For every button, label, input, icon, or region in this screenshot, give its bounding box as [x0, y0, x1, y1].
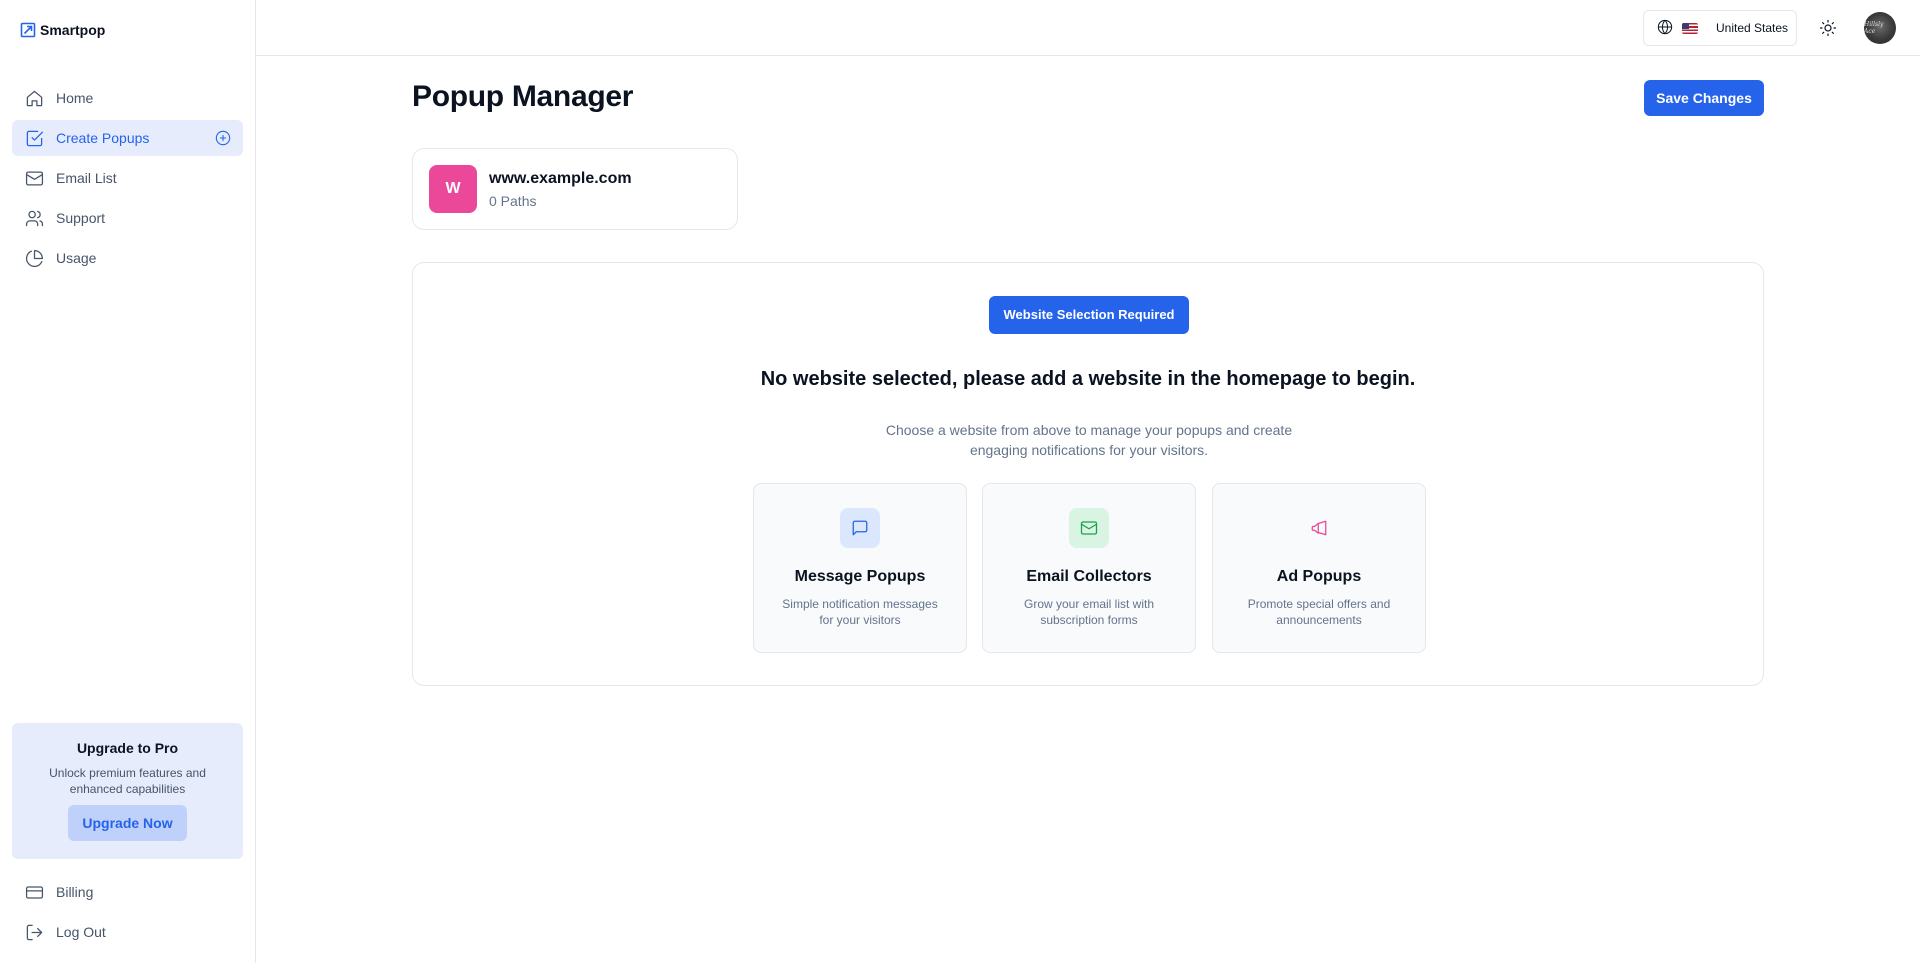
mail-icon [24, 168, 44, 188]
sidebar-item-label: Home [56, 90, 94, 106]
logo-icon [20, 22, 36, 38]
sidebar-item-log-out[interactable]: Log Out [12, 914, 243, 950]
upgrade-card: Upgrade to Pro Unlock premium features a… [12, 723, 243, 859]
theme-toggle-sun-icon[interactable] [1819, 19, 1837, 37]
country-name: United States [1716, 21, 1789, 35]
feature-card-ad-popups: Ad Popups Promote special offers and ann… [1212, 483, 1426, 653]
website-selection-required-button[interactable]: Website Selection Required [989, 296, 1189, 334]
mail-icon [1069, 508, 1109, 548]
empty-state-description: Choose a website from above to manage yo… [885, 422, 1293, 458]
feature-title: Ad Popups [1276, 568, 1362, 585]
sidebar-bottom-nav: Billing Log Out [12, 874, 243, 954]
page-title: Popup Manager [412, 80, 634, 113]
home-icon [24, 88, 44, 108]
feature-title: Email Collectors [1026, 568, 1152, 585]
sidebar-nav: Home Create Popups Email List Support Us… [12, 80, 243, 280]
feature-title: Message Popups [794, 568, 926, 585]
website-url: www.example.com [489, 170, 632, 187]
megaphone-icon [1299, 508, 1339, 548]
sidebar-item-label: Create Popups [56, 130, 150, 146]
us-flag-icon [1682, 22, 1698, 34]
credit-card-icon [24, 882, 44, 902]
sidebar-item-billing[interactable]: Billing [12, 874, 243, 910]
upgrade-text: Unlock premium features and enhanced cap… [49, 766, 206, 796]
sidebar-item-usage[interactable]: Usage [12, 240, 243, 276]
feature-text: Grow your email list with subscription f… [1023, 597, 1155, 627]
sidebar-item-support[interactable]: Support [12, 200, 243, 236]
sidebar-item-label: Billing [56, 884, 94, 900]
upgrade-title: Upgrade to Pro [76, 740, 179, 756]
website-initial-badge: W [429, 165, 477, 213]
website-paths-count: 0 Paths [489, 193, 537, 209]
empty-state-heading: No website selected, please add a websit… [760, 368, 1416, 390]
avatar-text: Hillsly Ace [1864, 21, 1884, 35]
check-square-icon [24, 128, 44, 148]
add-popup-icon[interactable] [215, 130, 231, 146]
log-out-icon [24, 922, 44, 942]
message-icon [840, 508, 880, 548]
sidebar: Smartpop Home Create Popups Email List S… [0, 0, 256, 963]
sidebar-item-label: Usage [56, 250, 97, 266]
website-card[interactable]: W www.example.com 0 Paths [412, 148, 738, 230]
sidebar-item-email-list[interactable]: Email List [12, 160, 243, 196]
country-selector[interactable]: United States [1643, 10, 1797, 46]
empty-state-panel: Website Selection Required No website se… [412, 262, 1764, 686]
avatar[interactable]: Hillsly Ace [1864, 12, 1896, 44]
save-changes-button[interactable]: Save Changes [1644, 80, 1764, 116]
upgrade-now-button[interactable]: Upgrade Now [68, 805, 187, 841]
brand-logo[interactable]: Smartpop [20, 22, 105, 38]
feature-text: Promote special offers and announcements [1247, 597, 1391, 627]
sidebar-item-home[interactable]: Home [12, 80, 243, 116]
sidebar-item-create-popups[interactable]: Create Popups [12, 120, 243, 156]
feature-card-message-popups: Message Popups Simple notification messa… [753, 483, 967, 653]
pie-chart-icon [24, 248, 44, 268]
sidebar-item-label: Support [56, 210, 106, 226]
brand-name: Smartpop [40, 22, 106, 38]
feature-text: Simple notification messages for your vi… [782, 597, 938, 627]
sidebar-item-label: Email List [56, 170, 117, 186]
users-icon [24, 208, 44, 228]
feature-card-email-collectors: Email Collectors Grow your email list wi… [982, 483, 1196, 653]
sidebar-item-label: Log Out [56, 924, 106, 940]
globe-icon [1657, 19, 1673, 38]
